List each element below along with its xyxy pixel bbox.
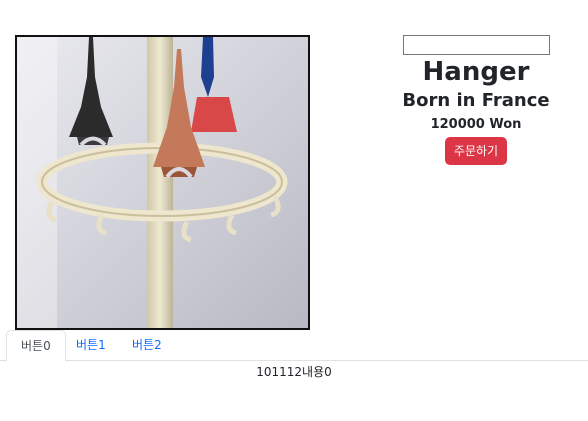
product-subtitle: Born in France bbox=[402, 90, 550, 111]
product-title: Hanger bbox=[422, 57, 530, 87]
tab-1[interactable]: 버튼1 bbox=[62, 330, 120, 361]
product-detail-page: Hanger Born in France 120000 Won 주문하기 버튼… bbox=[0, 0, 588, 421]
tab-2[interactable]: 버튼2 bbox=[118, 330, 176, 361]
quantity-input[interactable] bbox=[402, 35, 550, 55]
product-image bbox=[15, 35, 310, 330]
tab-content: 101112내용0 bbox=[256, 365, 332, 379]
tab-0[interactable]: 버튼0 bbox=[6, 330, 66, 362]
hanger-photo bbox=[17, 37, 308, 328]
order-button[interactable]: 주문하기 bbox=[444, 137, 508, 165]
product-info: Hanger Born in France 120000 Won 주문하기 bbox=[366, 35, 586, 165]
product-price: 120000 Won bbox=[430, 117, 522, 132]
tab-bar: 버튼0 버튼1 버튼2 bbox=[0, 330, 588, 362]
